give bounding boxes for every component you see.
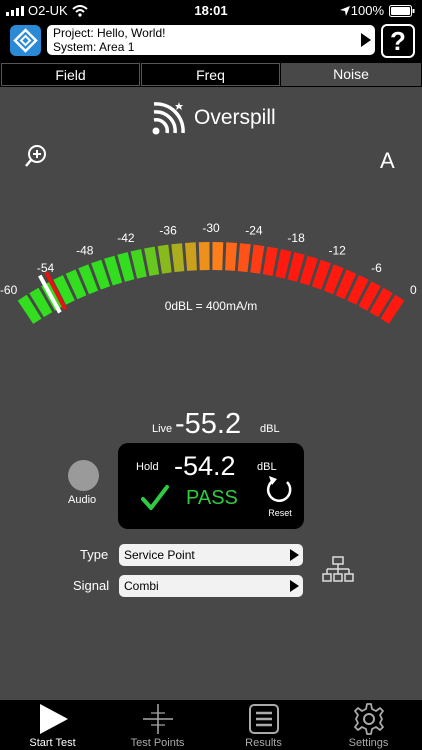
audio-label: Audio — [68, 494, 97, 506]
nav-results[interactable]: Results — [211, 700, 316, 750]
project-name: Project: Hello, World! — [53, 26, 166, 40]
hold-unit: dBL — [257, 461, 277, 473]
reset-label: Reset — [268, 508, 292, 518]
tab-field[interactable]: Field — [1, 63, 140, 86]
meter-tick-label: -6 — [371, 261, 382, 275]
nav-test-points[interactable]: Test Points — [105, 700, 210, 750]
meter-tick-label: -36 — [159, 224, 177, 238]
meter-tick-label: -12 — [329, 244, 347, 258]
reset-button[interactable]: Reset — [262, 473, 298, 519]
reset-icon — [266, 476, 292, 502]
chevron-right-icon — [361, 33, 371, 47]
meter-segment — [237, 243, 251, 273]
zoom-in-icon[interactable] — [24, 144, 48, 168]
signal-value: Combi — [124, 579, 159, 593]
meter-segment — [171, 243, 185, 273]
meter-segment — [262, 246, 278, 276]
crosshair-icon — [143, 704, 173, 734]
bottom-nav: Start Test Test Points Results Settings — [0, 700, 422, 750]
chevron-right-icon — [290, 580, 299, 592]
gear-icon — [354, 703, 384, 735]
level-meter: -60-54-48-42-36 -30 -24-18-12-600dBL = 400… — [0, 221, 417, 324]
nav-label: Settings — [348, 737, 389, 749]
signal-label: Signal — [73, 578, 110, 593]
hold-panel: Hold -54.2 dBL PASS Reset — [118, 443, 304, 529]
status-bar: O2-UK 18:01 100% — [0, 0, 422, 22]
audio-button[interactable] — [68, 460, 99, 491]
channel-indicator: A — [380, 148, 395, 173]
nav-label: Results — [245, 737, 282, 749]
meter-tick-label: -60 — [0, 283, 18, 297]
live-value: -55.2 — [175, 408, 242, 440]
measurement-tabs: Field Freq Noise — [0, 62, 422, 87]
help-button[interactable]: ? — [381, 24, 415, 58]
hold-label: Hold — [136, 461, 159, 473]
tab-freq[interactable]: Freq — [141, 63, 280, 86]
chevron-right-icon — [290, 549, 299, 561]
meter-segment — [250, 244, 265, 274]
type-label: Type — [80, 547, 109, 562]
signal-selector[interactable]: Combi — [119, 575, 303, 597]
hold-value: -54.2 — [174, 451, 236, 481]
meter-tick-label: -18 — [287, 231, 305, 245]
type-value: Service Point — [124, 548, 195, 562]
type-selector[interactable]: Service Point — [119, 544, 303, 566]
nav-settings[interactable]: Settings — [316, 700, 421, 750]
mode-title: Overspill — [194, 106, 276, 129]
network-icon[interactable] — [322, 556, 354, 584]
meter-segment — [212, 242, 224, 271]
overspill-signal-icon — [152, 102, 185, 135]
play-icon — [40, 704, 68, 734]
battery-icon — [389, 5, 415, 17]
pass-status: PASS — [186, 487, 238, 509]
nav-start-test[interactable]: Start Test — [0, 700, 105, 750]
project-selector[interactable]: Project: Hello, World! System: Area 1 — [47, 25, 375, 55]
app-logo-icon[interactable] — [10, 25, 41, 56]
live-unit: dBL — [260, 423, 280, 435]
meter-segment — [157, 244, 172, 274]
meter-tick-label: -48 — [76, 244, 94, 258]
meter-segment — [144, 246, 160, 276]
meter-segment — [185, 242, 197, 271]
system-name: System: Area 1 — [53, 40, 135, 54]
battery-percent: 100% — [350, 3, 384, 18]
header: Project: Hello, World! System: Area 1 ? — [0, 22, 422, 62]
meter-tick-label: -42 — [117, 231, 135, 245]
meter-segment — [198, 242, 210, 271]
tab-noise[interactable]: Noise — [281, 63, 421, 86]
check-icon — [141, 485, 169, 510]
live-label: Live — [152, 423, 173, 435]
meter-tick-label: -30 — [202, 221, 220, 235]
nav-label: Start Test — [29, 737, 76, 749]
meter-segment — [225, 242, 237, 271]
list-icon — [249, 704, 279, 734]
location-icon — [340, 6, 350, 16]
meter-reference: 0dBL = 400mA/m — [165, 299, 258, 313]
meter-tick-label: 0 — [410, 283, 417, 297]
meter-tick-label: -24 — [245, 224, 263, 238]
nav-label: Test Points — [130, 737, 185, 749]
